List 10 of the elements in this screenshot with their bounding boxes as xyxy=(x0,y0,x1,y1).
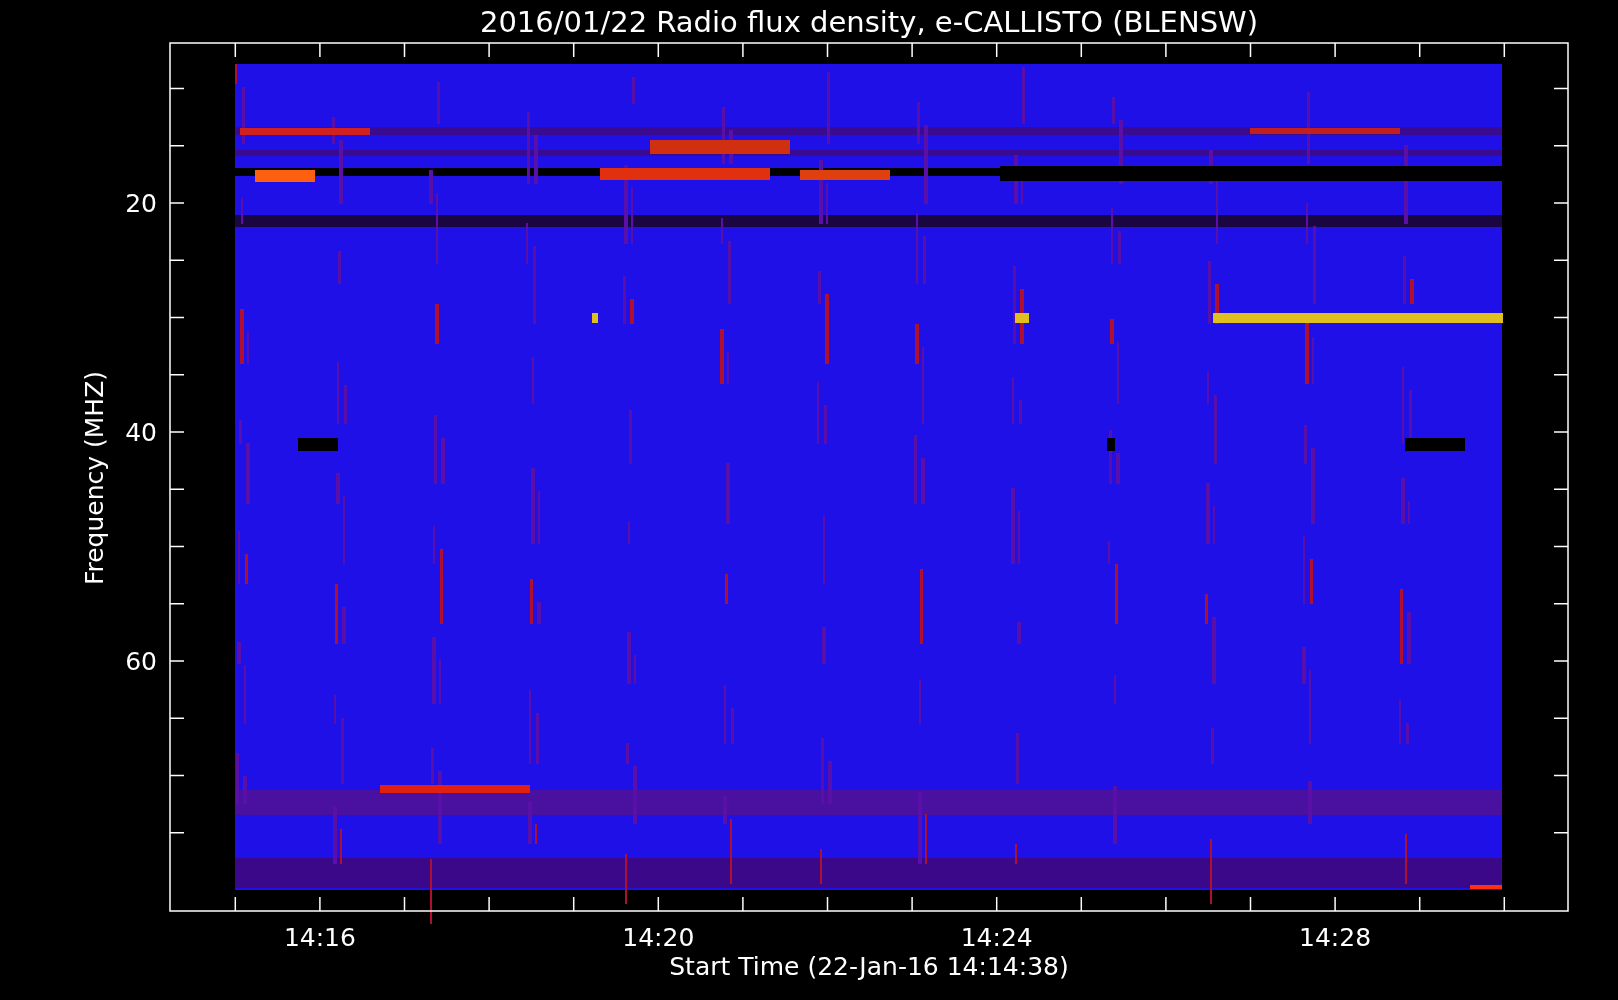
x-tick-label: 14:16 xyxy=(283,923,356,952)
y-tick-label: 20 xyxy=(125,189,157,218)
x-tick-label: 14:24 xyxy=(960,923,1033,952)
x-axis-label: Start Time (22-Jan-16 14:14:38) xyxy=(669,952,1069,981)
plot-title: 2016/01/22 Radio flux density, e-CALLISTO (BLENSW) xyxy=(479,5,1259,39)
y-axis-label: Frequency (MHZ) xyxy=(80,370,109,586)
x-tick-label: 14:28 xyxy=(1299,923,1372,952)
x-tick-label: 14:20 xyxy=(622,923,695,952)
y-tick-label: 40 xyxy=(125,418,157,447)
y-tick-label: 60 xyxy=(125,647,157,676)
